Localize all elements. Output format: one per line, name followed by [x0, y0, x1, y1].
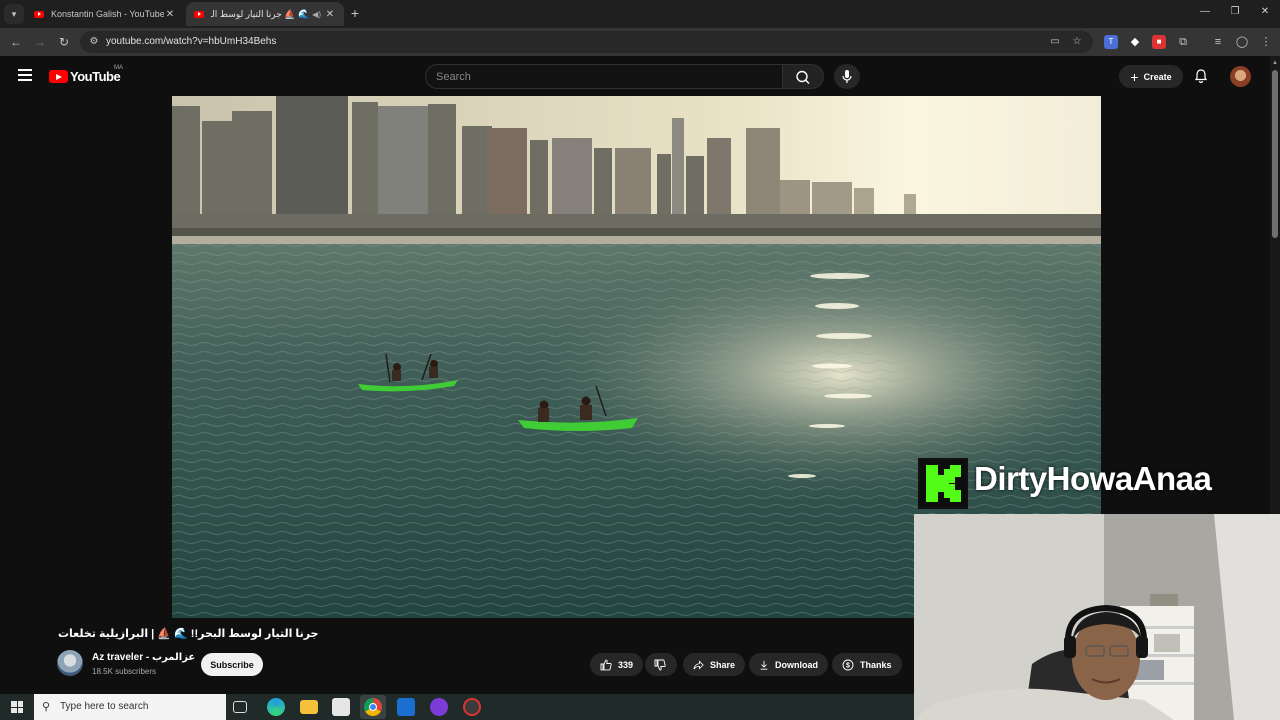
red-extension-icon[interactable]: ■ [1152, 35, 1166, 49]
download-label: Download [775, 659, 818, 670]
chevron-down-icon: ▾ [11, 8, 17, 19]
svg-text:$: $ [846, 662, 850, 669]
webcam-overlay [914, 514, 1280, 720]
tab-current-video[interactable]: 🌊 ⛵ جرنا التيار لوسط البحر!! ◀) ✕ [186, 2, 344, 26]
more-menu-icon[interactable]: ⋮ [1259, 35, 1273, 49]
thanks-dollar-icon: $ [842, 659, 854, 670]
tab-title: 🌊 ⛵ جرنا التيار لوسط البحر!! [211, 8, 310, 19]
reload-button[interactable]: ↻ [56, 34, 72, 50]
youtube-play-icon [49, 70, 68, 83]
messenger-icon[interactable] [430, 698, 448, 716]
download-icon [760, 660, 768, 670]
browser-toolbar: ← → ↻ ⚙ youtube.com/watch?v=hbUmH34Behs … [0, 28, 1280, 56]
download-button[interactable]: Download [749, 653, 828, 676]
scrollbar-thumb[interactable] [1272, 70, 1278, 238]
browser-tab-strip: ▾ Konstantin Galish - YouTube ✕ 🌊 ⛵ جرنا… [0, 0, 1280, 28]
account-avatar[interactable] [1230, 66, 1251, 87]
search-button[interactable] [783, 64, 824, 89]
translate-extension-icon[interactable]: T [1104, 35, 1118, 49]
dislike-button[interactable] [645, 653, 677, 676]
site-info-icon[interactable]: ⚙ [87, 35, 101, 49]
kick-k-icon [926, 465, 961, 502]
share-label: Share [709, 659, 735, 670]
close-icon[interactable]: ✕ [164, 9, 176, 20]
outlook-icon[interactable] [397, 698, 415, 716]
share-button[interactable]: Share [683, 653, 745, 676]
create-label: Create [1143, 71, 1172, 82]
subscriber-count: 18.5K subscribers [92, 667, 157, 676]
speaker-icon[interactable]: ◀) [312, 10, 321, 19]
scroll-up-arrow-icon[interactable]: ▲ [1272, 60, 1278, 66]
search-box[interactable] [425, 64, 783, 89]
youtube-wordmark: YouTube [70, 69, 121, 84]
extensions-puzzle-icon[interactable]: ⧉ [1176, 35, 1190, 49]
close-window-icon[interactable]: ✕ [1258, 6, 1272, 17]
search-input[interactable] [436, 71, 766, 83]
diamond-extension-icon[interactable]: ◆ [1128, 35, 1142, 49]
create-button[interactable]: + Create [1119, 65, 1183, 88]
chrome-taskbar-button[interactable] [360, 695, 386, 719]
kick-logo-icon [918, 458, 968, 509]
file-explorer-icon[interactable] [300, 700, 318, 714]
url-text[interactable]: youtube.com/watch?v=hbUmH34Behs [106, 36, 276, 47]
address-bar[interactable]: ⚙ youtube.com/watch?v=hbUmH34Behs ▭ ☆ [80, 31, 1093, 53]
restore-icon[interactable]: ❐ [1228, 6, 1242, 17]
youtube-favicon-icon [194, 10, 204, 18]
youtube-logo[interactable]: YouTube MA [49, 65, 123, 84]
bookmark-star-icon[interactable]: ☆ [1070, 35, 1084, 49]
notifications-bell-icon[interactable] [1193, 68, 1209, 84]
windows-start-icon[interactable] [11, 701, 23, 713]
forward-button[interactable]: → [32, 34, 48, 50]
share-icon [693, 659, 704, 670]
store-icon[interactable] [332, 698, 350, 716]
thanks-label: Thanks [860, 659, 892, 670]
streamer-name: DirtyHowaAnaa [974, 460, 1212, 497]
like-button[interactable]: 339 [590, 653, 643, 676]
search-icon [796, 70, 810, 84]
hamburger-menu-icon[interactable] [18, 69, 32, 81]
edge-icon[interactable] [267, 698, 285, 716]
reading-list-icon[interactable]: ≡ [1211, 35, 1225, 49]
search-icon: ⚲ [42, 701, 51, 713]
plus-icon: + [1130, 68, 1139, 85]
subscribe-button[interactable]: Subscribe [201, 653, 263, 676]
video-title: جرنا التيار لوسط البحر!! 🌊 ⛵ | البرازيلي… [58, 628, 319, 640]
thanks-button[interactable]: $ Thanks [832, 653, 902, 676]
voice-search-button[interactable] [834, 64, 860, 89]
chrome-icon [364, 698, 382, 716]
channel-avatar[interactable] [57, 650, 83, 676]
like-count: 339 [617, 659, 633, 670]
taskbar-search-placeholder: Type here to search [60, 701, 149, 712]
minimize-icon[interactable]: — [1198, 6, 1212, 17]
channel-name[interactable]: Az traveler - عزالمرب [92, 652, 195, 663]
webcam-feed [914, 514, 1280, 720]
tab-search-button[interactable]: ▾ [4, 4, 24, 24]
tab-konstantin-galish[interactable]: Konstantin Galish - YouTube ✕ [26, 2, 184, 26]
thumbs-down-icon [654, 659, 666, 670]
microphone-icon [842, 70, 852, 83]
streamer-banner: DirtyHowaAnaa [916, 456, 1280, 514]
recorder-icon[interactable] [463, 698, 481, 716]
back-button[interactable]: ← [8, 34, 24, 50]
task-view-icon[interactable] [233, 701, 247, 713]
close-icon[interactable]: ✕ [324, 9, 336, 20]
thumbs-up-icon [600, 659, 612, 670]
region-code: MA [114, 65, 123, 71]
profile-icon[interactable]: ◯ [1235, 35, 1249, 49]
youtube-masthead: YouTube MA + Create [0, 56, 1270, 96]
new-tab-button[interactable]: + [348, 5, 362, 21]
taskbar-search[interactable]: ⚲ Type here to search [34, 694, 226, 720]
cast-icon[interactable]: ▭ [1048, 35, 1062, 49]
tab-title: Konstantin Galish - YouTube [51, 9, 164, 19]
windows-taskbar: ⚲ Type here to search [0, 694, 914, 720]
youtube-favicon-icon [34, 10, 44, 18]
